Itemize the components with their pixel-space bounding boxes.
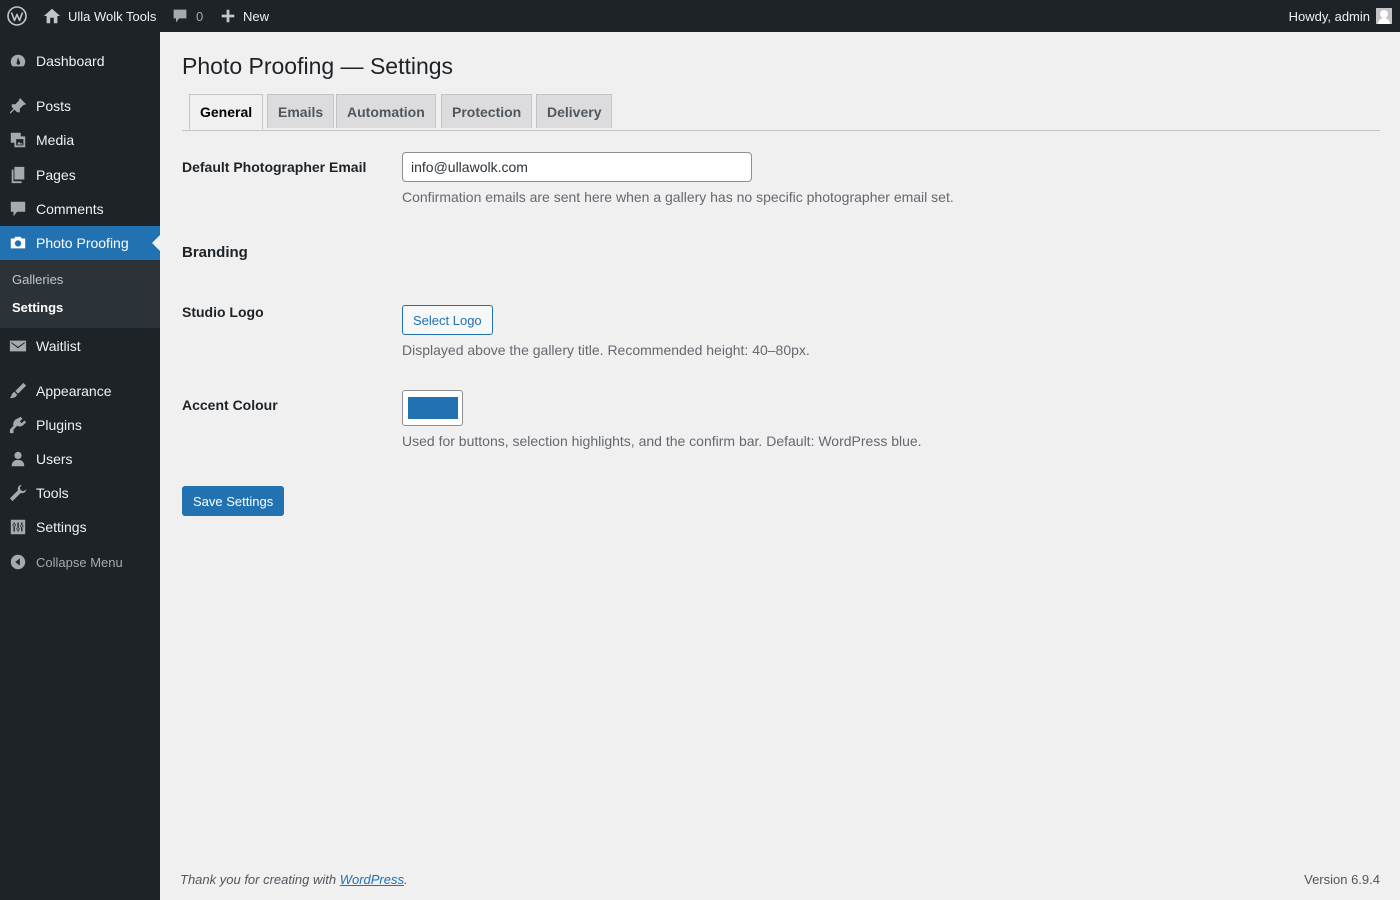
- tab-emails[interactable]: Emails: [267, 94, 335, 128]
- new-content-link[interactable]: New: [221, 0, 269, 32]
- settings-tabs: General Emails Automation Protection Del…: [182, 94, 1380, 131]
- menu-item-appearance[interactable]: Appearance: [0, 374, 160, 408]
- comment-icon: [8, 199, 28, 219]
- wrench-icon: [8, 483, 28, 503]
- menu-item-posts[interactable]: Posts: [0, 89, 160, 123]
- media-icon: [8, 130, 28, 150]
- collapse-arrow-icon: [8, 552, 28, 572]
- site-name-link[interactable]: Ulla Wolk Tools: [43, 0, 156, 32]
- site-name: Ulla Wolk Tools: [68, 8, 157, 24]
- photo-proofing-submenu: Galleries Settings: [0, 260, 160, 328]
- plug-icon: [8, 415, 28, 435]
- home-icon: [43, 8, 61, 24]
- menu-label: Pages: [36, 167, 76, 183]
- menu-label: Tools: [36, 485, 69, 501]
- pin-icon: [8, 96, 28, 116]
- accent-colour-label: Accent Colour: [182, 397, 278, 413]
- select-logo-button[interactable]: Select Logo: [402, 305, 493, 335]
- menu-item-tools[interactable]: Tools: [0, 476, 160, 510]
- menu-item-pages[interactable]: Pages: [0, 158, 160, 192]
- footer-version: Version 6.9.4: [1304, 872, 1380, 887]
- menu-label: Users: [36, 451, 73, 467]
- photographer-email-input[interactable]: [402, 152, 752, 182]
- admin-bar: Ulla Wolk Tools 0 New Howdy, admin: [0, 0, 1400, 32]
- menu-label: Dashboard: [36, 53, 105, 69]
- menu-label: Appearance: [36, 383, 112, 399]
- collapse-menu-button[interactable]: Collapse Menu: [0, 545, 160, 579]
- footer-thanks: Thank you for creating with WordPress.: [180, 872, 408, 887]
- wordpress-logo-button[interactable]: [7, 0, 27, 32]
- howdy-text: Howdy, admin: [1288, 8, 1370, 24]
- footer-thanks-prefix: Thank you for creating with: [180, 872, 340, 887]
- user-icon: [8, 449, 28, 469]
- settings-icon: [8, 517, 28, 537]
- email-label: Default Photographer Email: [182, 159, 367, 175]
- menu-item-plugins[interactable]: Plugins: [0, 408, 160, 442]
- submenu-item-settings[interactable]: Settings: [12, 300, 63, 315]
- admin-sidebar: Dashboard Posts Media Pages Comments Pho…: [0, 32, 160, 900]
- menu-label: Comments: [36, 201, 104, 217]
- collapse-label: Collapse Menu: [36, 554, 123, 570]
- brush-icon: [8, 381, 28, 401]
- menu-label: Photo Proofing: [36, 235, 129, 251]
- submenu-item-galleries[interactable]: Galleries: [12, 272, 63, 287]
- comments-link[interactable]: 0: [172, 0, 203, 32]
- avatar: [1376, 8, 1392, 24]
- footer-thanks-suffix: .: [404, 872, 408, 887]
- wordpress-link[interactable]: WordPress: [340, 872, 404, 887]
- tab-automation[interactable]: Automation: [336, 94, 436, 128]
- envelope-icon: [8, 336, 28, 356]
- save-settings-button[interactable]: Save Settings: [182, 486, 285, 516]
- menu-label: Plugins: [36, 417, 82, 433]
- plus-icon: [221, 9, 235, 23]
- menu-item-waitlist[interactable]: Waitlist: [0, 329, 160, 363]
- tab-general[interactable]: General: [189, 94, 264, 130]
- tab-protection[interactable]: Protection: [441, 94, 533, 128]
- menu-label: Waitlist: [36, 338, 81, 354]
- menu-item-users[interactable]: Users: [0, 442, 160, 476]
- dashboard-icon: [8, 51, 28, 71]
- branding-heading: Branding: [182, 244, 248, 261]
- menu-item-photo-proofing[interactable]: Photo Proofing: [0, 226, 160, 260]
- menu-label: Settings: [36, 519, 87, 535]
- tab-delivery[interactable]: Delivery: [536, 94, 613, 128]
- menu-label: Media: [36, 132, 75, 148]
- pages-icon: [8, 165, 28, 185]
- comment-icon: [173, 9, 187, 23]
- menu-item-media[interactable]: Media: [0, 123, 160, 157]
- menu-item-settings[interactable]: Settings: [0, 510, 160, 544]
- comments-count: 0: [196, 8, 204, 24]
- accent-colour-picker[interactable]: [402, 390, 463, 426]
- menu-label: Posts: [36, 98, 72, 114]
- accent-colour-swatch: [407, 397, 458, 419]
- page-title: Photo Proofing — Settings: [182, 53, 454, 79]
- menu-item-comments[interactable]: Comments: [0, 192, 160, 226]
- new-label: New: [243, 8, 270, 24]
- my-account-link[interactable]: Howdy, admin: [1289, 0, 1392, 32]
- logo-label: Studio Logo: [182, 304, 264, 320]
- wordpress-logo-icon: [7, 6, 27, 26]
- camera-icon: [8, 233, 28, 253]
- email-description: Confirmation emails are sent here when a…: [402, 189, 954, 205]
- accent-description: Used for buttons, selection highlights, …: [402, 433, 922, 449]
- logo-description: Displayed above the gallery title. Recom…: [402, 342, 810, 358]
- menu-item-dashboard[interactable]: Dashboard: [0, 44, 160, 78]
